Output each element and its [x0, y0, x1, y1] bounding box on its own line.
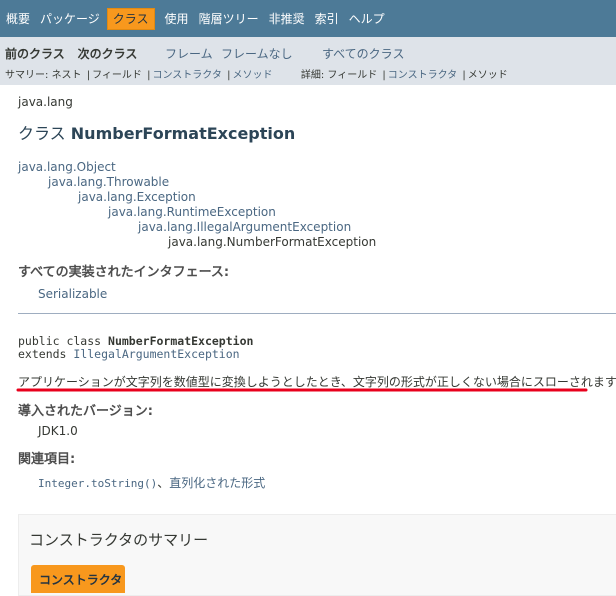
since-heading: 導入されたバージョン: — [18, 404, 153, 419]
inheritance-link-exception[interactable]: java.lang.Exception — [78, 190, 196, 204]
detail-label: 詳細: — [300, 70, 325, 81]
since-value: JDK1.0 — [38, 424, 78, 438]
inheritance-current-class: java.lang.NumberFormatException — [168, 235, 377, 249]
page-title: クラス NumberFormatException — [18, 120, 295, 144]
see-also-link-serialized-form[interactable]: 直列化された形式 — [169, 476, 265, 490]
summary-label: サマリー: — [5, 70, 49, 81]
inheritance-link-illegalargumentexception[interactable]: java.lang.IllegalArgumentException — [138, 220, 351, 234]
see-also-list: Integer.toString()、直列化された形式 — [38, 474, 265, 491]
inheritance-tree: java.lang.Object java.lang.Throwable jav… — [18, 160, 376, 250]
decl-parent-link[interactable]: IllegalArgumentException — [73, 347, 239, 361]
summary-constructor-link[interactable]: コンストラクタ — [153, 70, 222, 81]
no-frames-link[interactable]: フレームなし — [221, 45, 293, 62]
summary-nested: ネスト — [51, 70, 82, 81]
inheritance-link-throwable[interactable]: java.lang.Throwable — [48, 175, 169, 189]
nav-tree[interactable]: 階層ツリー — [194, 9, 264, 29]
nav-help[interactable]: ヘルプ — [344, 9, 390, 29]
nav-index[interactable]: 索引 — [310, 9, 344, 29]
nav-use[interactable]: 使用 — [160, 9, 194, 29]
separator: | — [86, 70, 91, 81]
detail-field: フィールド — [327, 70, 378, 81]
title-class-name: NumberFormatException — [70, 124, 296, 143]
interfaces-heading: すべての実装されたインタフェース: — [18, 265, 230, 280]
decl-modifiers: public class — [18, 334, 102, 348]
decl-extends: extends — [18, 347, 67, 361]
nav-class[interactable]: クラス — [106, 7, 155, 30]
see-also-link-tostring[interactable]: Integer.toString() — [38, 477, 157, 490]
package-name: java.lang — [18, 95, 73, 109]
inheritance-link-runtimeexception[interactable]: java.lang.RuntimeException — [108, 205, 276, 219]
detail-method: メソッド — [467, 70, 508, 81]
detail-constructor-link[interactable]: コンストラクタ — [388, 70, 457, 81]
divider — [18, 313, 616, 314]
summary-method-link[interactable]: メソッド — [232, 70, 272, 81]
constructor-summary-tab[interactable]: コンストラクタ — [31, 565, 125, 593]
nav-overview[interactable]: 概要 — [1, 9, 35, 29]
separator: | — [227, 70, 231, 81]
prev-class-link[interactable]: 前のクラス — [5, 47, 65, 61]
title-prefix: クラス — [18, 124, 66, 143]
class-declaration: public class NumberFormatException exten… — [18, 335, 253, 361]
inheritance-link-object[interactable]: java.lang.Object — [18, 160, 116, 174]
see-also-separator: 、 — [157, 476, 170, 490]
separator: | — [462, 70, 466, 81]
top-nav-bar: 概要 パッケージ クラス 使用 階層ツリー 非推奨 索引 ヘルプ — [0, 0, 616, 37]
all-classes-link[interactable]: すべてのクラス — [322, 45, 404, 62]
separator: | — [147, 70, 151, 81]
red-underline-annotation — [16, 388, 588, 392]
sub-nav-bar: 前のクラス 次のクラス フレーム フレームなし すべてのクラス サマリー: ネス… — [0, 37, 616, 85]
summary-field: フィールド — [92, 70, 142, 81]
see-also-heading: 関連項目: — [18, 452, 76, 467]
constructor-summary-title: コンストラクタのサマリー — [29, 531, 209, 549]
separator: | — [382, 70, 386, 81]
serializable-link[interactable]: Serializable — [38, 287, 107, 301]
constructor-summary-section: コンストラクタのサマリー コンストラクタ — [18, 514, 616, 596]
decl-class-name: NumberFormatException — [108, 334, 254, 348]
frames-link[interactable]: フレーム — [165, 45, 213, 62]
next-class-link[interactable]: 次のクラス — [78, 47, 138, 61]
nav-deprecated[interactable]: 非推奨 — [264, 9, 310, 29]
nav-package[interactable]: パッケージ — [35, 9, 105, 29]
